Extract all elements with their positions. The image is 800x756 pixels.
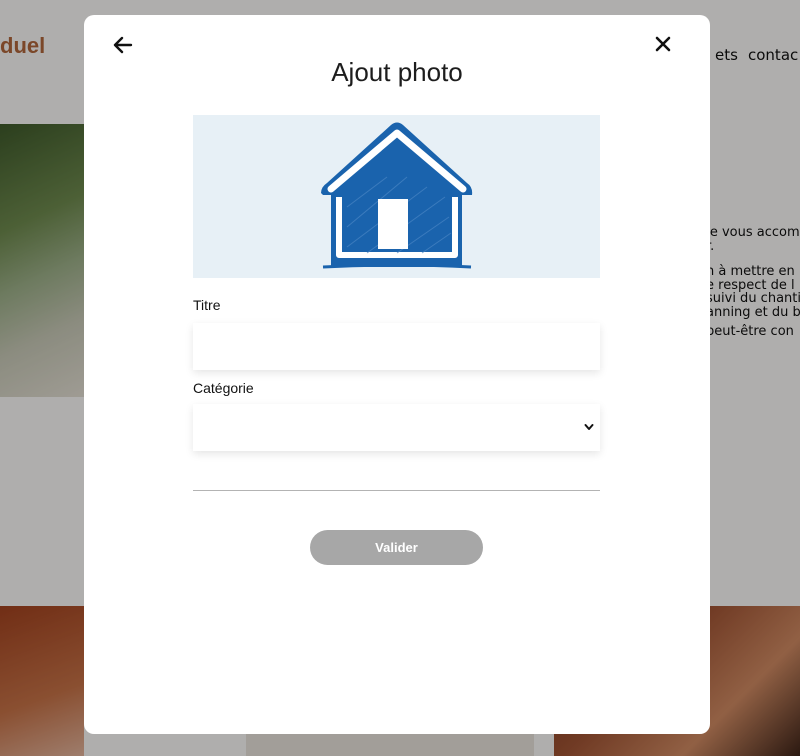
title-label: Titre [193, 297, 221, 313]
add-photo-modal: Ajout photo Titre Catégorie Valider [84, 15, 710, 734]
close-icon [655, 36, 671, 52]
close-button[interactable] [653, 34, 673, 54]
photo-upload-area[interactable] [193, 115, 600, 278]
title-input[interactable] [193, 323, 600, 370]
submit-button[interactable]: Valider [310, 530, 483, 565]
back-button[interactable] [112, 34, 134, 56]
arrow-left-icon [113, 36, 133, 54]
category-select[interactable] [193, 404, 600, 451]
divider [193, 490, 600, 491]
house-icon [321, 122, 473, 269]
chevron-down-icon [584, 424, 594, 430]
modal-title: Ajout photo [331, 57, 463, 87]
category-label: Catégorie [193, 380, 254, 396]
